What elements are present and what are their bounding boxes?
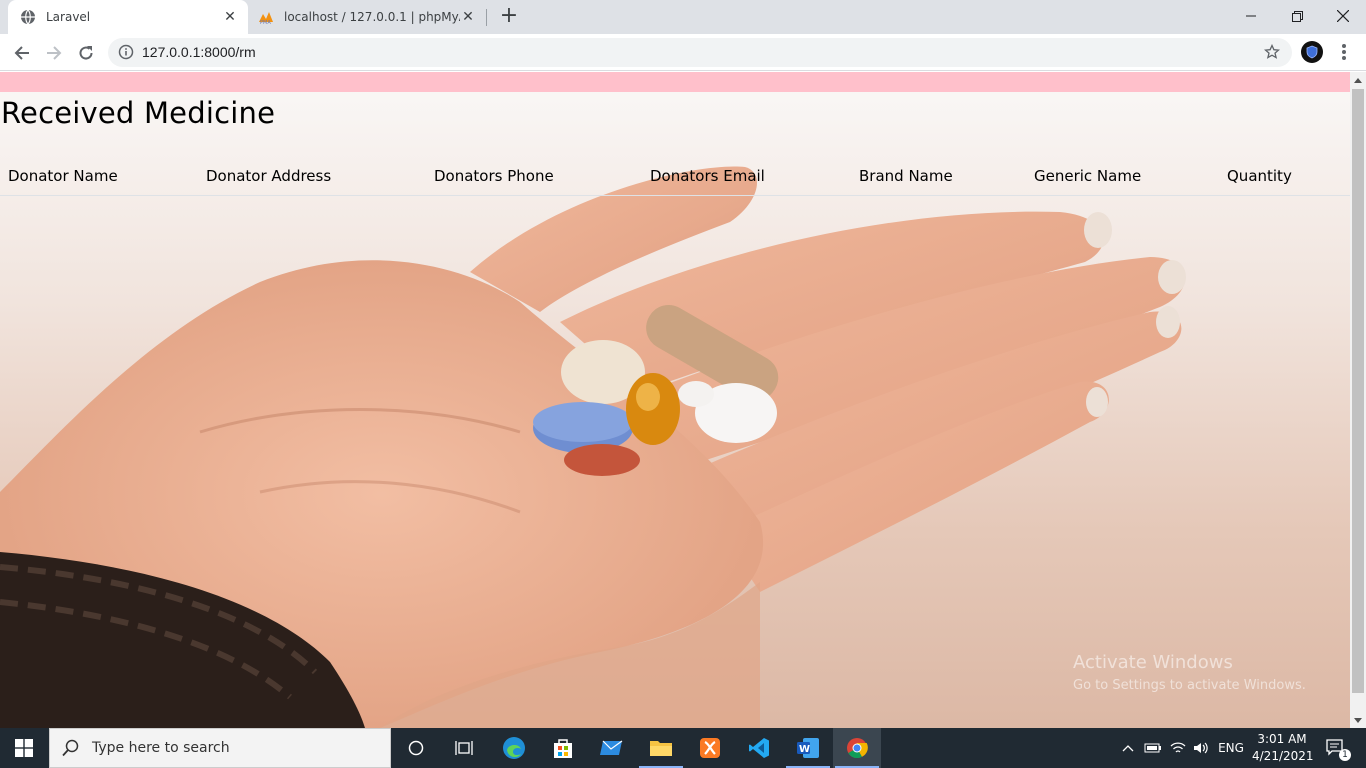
- new-tab-button[interactable]: +: [498, 5, 520, 28]
- input-language[interactable]: ENG: [1216, 728, 1246, 768]
- svg-text:PMA: PMA: [260, 20, 271, 25]
- show-hidden-icons-button[interactable]: [1120, 728, 1136, 768]
- word-app[interactable]: W: [784, 728, 832, 768]
- arrow-left-icon: [14, 46, 29, 60]
- vscode-icon: [749, 738, 769, 758]
- speaker-icon: [1194, 742, 1208, 754]
- reload-button[interactable]: [72, 39, 100, 67]
- address-bar[interactable]: 127.0.0.1:8000/rm: [108, 38, 1292, 67]
- store-icon: [554, 739, 572, 758]
- xampp-app[interactable]: [686, 728, 734, 768]
- column-header-donator-address: Donator Address: [206, 167, 332, 185]
- system-clock[interactable]: 3:01 AM 4/21/2021: [1252, 731, 1314, 765]
- notification-badge: 1: [1339, 749, 1351, 761]
- globe-icon: [21, 9, 35, 25]
- column-header-generic-name: Generic Name: [1034, 167, 1142, 185]
- forward-button[interactable]: [40, 39, 68, 67]
- reload-icon: [79, 46, 93, 60]
- chrome-app[interactable]: [833, 728, 881, 768]
- svg-text:W: W: [799, 744, 810, 755]
- clock-date: 4/21/2021: [1252, 749, 1314, 763]
- caret-up-icon: [1354, 77, 1362, 83]
- shield-icon: [1306, 45, 1318, 59]
- close-icon: [1337, 10, 1349, 22]
- chrome-menu-button[interactable]: [1336, 42, 1352, 62]
- vscode-app[interactable]: [735, 728, 783, 768]
- start-button[interactable]: [0, 728, 48, 768]
- arrow-right-icon: [47, 46, 62, 60]
- profile-avatar[interactable]: [1301, 41, 1323, 63]
- minimize-icon: [1246, 15, 1256, 17]
- edge-icon: [503, 737, 525, 759]
- tab-divider: [486, 9, 487, 26]
- windows-taskbar: Type here to search W ENG 3:01 AM 4/21/2…: [0, 728, 1366, 768]
- cortana-icon: [408, 740, 424, 756]
- page-viewport: Received Medicine Donator Name Donator A…: [0, 72, 1350, 728]
- column-header-donator-name: Donator Name: [8, 167, 118, 185]
- store-app[interactable]: [539, 728, 587, 768]
- scroll-up-button[interactable]: [1350, 72, 1366, 88]
- vertical-scrollbar[interactable]: [1350, 72, 1366, 728]
- cortana-button[interactable]: [392, 728, 440, 768]
- mail-icon: [600, 740, 623, 755]
- task-view-button[interactable]: [440, 728, 488, 768]
- restore-button[interactable]: [1274, 0, 1320, 32]
- column-header-brand-name: Brand Name: [859, 167, 953, 185]
- battery-icon: [1144, 743, 1161, 753]
- chevron-up-icon: [1122, 745, 1134, 752]
- page-title: Received Medicine: [1, 96, 276, 130]
- phpmyadmin-icon: PMA: [259, 12, 273, 25]
- action-center-button[interactable]: 1: [1318, 728, 1354, 768]
- close-window-button[interactable]: [1320, 0, 1366, 32]
- clock-time: 3:01 AM: [1257, 732, 1307, 746]
- tab-title: localhost / 127.0.0.1 | phpMyAdm: [284, 10, 460, 24]
- windows-logo-icon: [15, 739, 33, 757]
- search-icon: [62, 739, 79, 757]
- back-button[interactable]: [8, 39, 36, 67]
- column-header-donators-phone: Donators Phone: [434, 167, 554, 185]
- mail-app[interactable]: [588, 728, 636, 768]
- close-icon[interactable]: ✕: [460, 9, 476, 25]
- search-placeholder: Type here to search: [92, 740, 230, 756]
- edge-app[interactable]: [490, 728, 538, 768]
- task-view-icon: [455, 741, 473, 755]
- close-icon[interactable]: ✕: [222, 9, 238, 25]
- caret-down-icon: [1354, 717, 1362, 723]
- column-header-quantity: Quantity: [1227, 167, 1292, 185]
- volume-button[interactable]: [1190, 728, 1212, 768]
- info-icon[interactable]: [118, 44, 134, 60]
- network-button[interactable]: [1167, 728, 1189, 768]
- xampp-icon: [700, 738, 720, 758]
- activate-windows-subtitle: Go to Settings to activate Windows.: [1073, 678, 1306, 693]
- chrome-icon: [847, 738, 868, 759]
- activate-windows-title: Activate Windows: [1073, 652, 1233, 673]
- scroll-down-button[interactable]: [1350, 712, 1366, 728]
- taskbar-search-box[interactable]: Type here to search: [49, 728, 391, 768]
- word-icon: W: [797, 738, 819, 758]
- restore-icon: [1291, 10, 1303, 22]
- bookmark-star-icon[interactable]: [1264, 44, 1280, 60]
- browser-toolbar: 127.0.0.1:8000/rm: [0, 34, 1366, 71]
- table-header-divider: [0, 195, 1350, 196]
- url-text[interactable]: 127.0.0.1:8000/rm: [142, 44, 256, 60]
- scrollbar-thumb[interactable]: [1352, 89, 1364, 693]
- file-explorer-app[interactable]: [637, 728, 685, 768]
- top-banner: [0, 72, 1350, 92]
- tab-title: Laravel: [46, 10, 91, 24]
- tab-strip: Laravel ✕ PMA localhost / 127.0.0.1 | ph…: [0, 0, 1366, 34]
- tab-laravel[interactable]: Laravel ✕: [8, 0, 248, 34]
- battery-button[interactable]: [1142, 728, 1164, 768]
- minimize-button[interactable]: [1228, 0, 1274, 32]
- column-header-donators-email: Donators Email: [650, 167, 765, 185]
- file-explorer-icon: [650, 741, 672, 756]
- wifi-icon: [1170, 742, 1186, 753]
- tab-phpmyadmin[interactable]: PMA localhost / 127.0.0.1 | phpMyAdm ✕: [250, 0, 486, 34]
